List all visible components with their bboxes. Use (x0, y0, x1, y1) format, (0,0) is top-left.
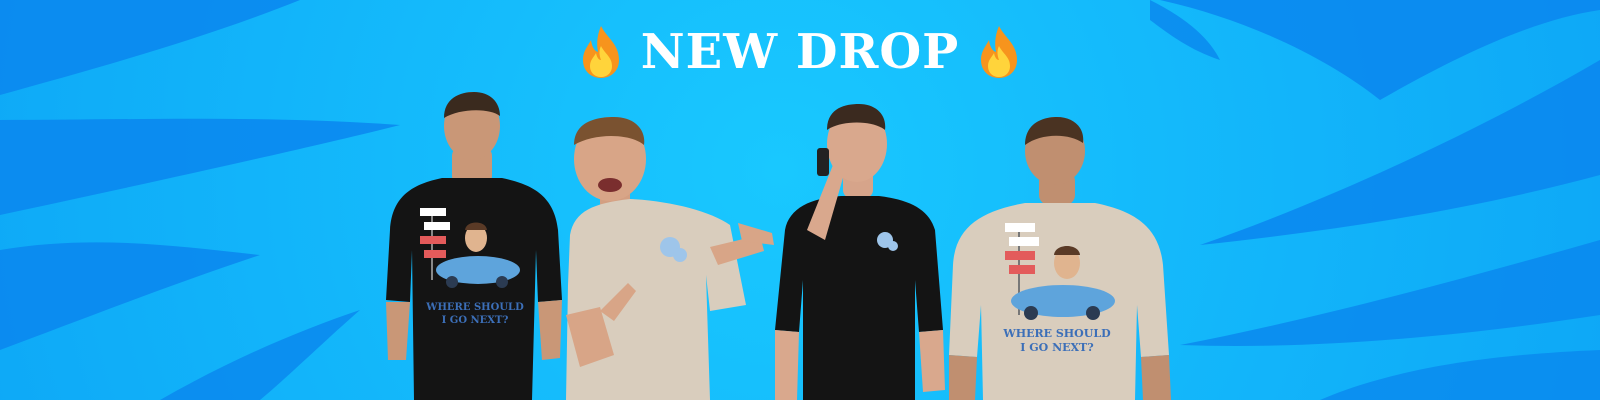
model-beige-shirt-back: WHERE SHOULD I GO NEXT? (949, 117, 1171, 400)
headline-title: NEW DROP (640, 24, 960, 80)
print-text-line1: WHERE SHOULD (1002, 327, 1111, 340)
fire-icon (582, 26, 619, 78)
model-black-shirt-phone (775, 104, 945, 400)
fire-icon (981, 26, 1018, 78)
new-drop-banner: NEW DROP WHERE SHOULD I GO NEXT? WHERE S… (0, 0, 1600, 400)
headline: NEW DROP (0, 22, 1600, 82)
print-text-line2: I GO NEXT? (1020, 341, 1093, 354)
print-text-line1: WHERE SHOULD (425, 302, 524, 313)
print-text-line2: I GO NEXT? (442, 315, 509, 326)
model-black-shirt-back: WHERE SHOULD I GO NEXT? (386, 92, 562, 400)
model-beige-shirt-front (566, 117, 774, 400)
